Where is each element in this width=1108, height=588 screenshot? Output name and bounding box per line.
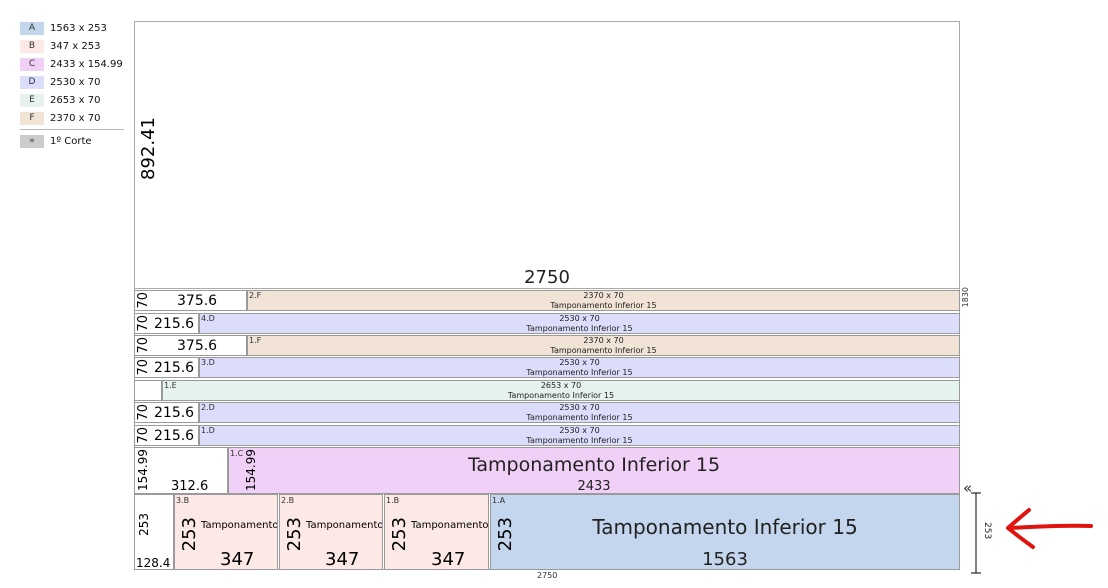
waste-bottom: 253 128.4 <box>134 494 174 570</box>
piece-height: 253 <box>179 517 200 552</box>
piece-height: 253 <box>284 517 305 552</box>
waste-bottom-height: 253 <box>137 513 151 536</box>
piece-size: 2530 x 70 <box>559 314 600 323</box>
strip-waste: 70 375.6 <box>134 290 247 311</box>
legend-divider <box>20 129 124 130</box>
legend-cut-label: 1º Corte <box>50 135 92 147</box>
legend-size: 1563 x 253 <box>50 22 107 34</box>
legend-item-d[interactable]: D 2530 x 70 <box>20 75 100 89</box>
legend-swatch: F <box>20 111 44 125</box>
legend-cut-item[interactable]: » 1º Corte <box>20 134 92 148</box>
strip-waste-width: 375.6 <box>177 338 218 354</box>
strip-waste-width: 215.6 <box>154 405 195 421</box>
waste-top-height: 892.41 <box>138 117 159 180</box>
strip-waste-width: 215.6 <box>154 360 195 376</box>
strip-waste: 70 375.6 <box>134 335 247 356</box>
piece-label: 1.A <box>492 496 506 505</box>
strip-piece-3d[interactable]: 3.D 2530 x 70 Tamponamento Inferior 15 <box>199 357 960 378</box>
piece-size: 2530 x 70 <box>559 426 600 435</box>
waste-top-width: 2750 <box>524 267 570 288</box>
piece-name: Tamponamento Inferior 15 <box>467 454 721 476</box>
piece-width: 347 <box>431 549 466 570</box>
piece-width: 2433 <box>577 479 611 494</box>
piece-name: Tamponamento <box>411 520 489 531</box>
piece-label: 1.B <box>386 496 400 505</box>
legend-item-e[interactable]: E 2653 x 70 <box>20 93 100 107</box>
waste-top: 892.41 2750 <box>134 21 960 289</box>
strip-waste-height: 70 <box>136 315 151 332</box>
piece-size: 2530 x 70 <box>559 358 600 367</box>
piece-1a[interactable]: 1.A 253 Tamponamento Inferior 15 1563 <box>490 494 960 570</box>
piece-label: 2.B <box>281 496 295 505</box>
legend-swatch: A <box>20 21 44 35</box>
legend-size: 347 x 253 <box>50 40 101 52</box>
piece-label: 3.B <box>176 496 190 505</box>
legend-size: 2370 x 70 <box>50 112 101 124</box>
strip-waste-width: 215.6 <box>154 316 195 332</box>
strip-piece-1e[interactable]: 1.E 2653 x 70 Tamponamento Inferior 15 <box>162 380 960 401</box>
strip-waste-height: 70 <box>136 292 151 309</box>
strip-waste-width: 215.6 <box>154 428 195 444</box>
legend-item-f[interactable]: F 2370 x 70 <box>20 111 100 125</box>
piece-width: 1563 <box>702 549 748 570</box>
strip-waste: 70 215.6 <box>134 402 199 423</box>
piece-name: Tamponamento <box>306 520 383 531</box>
piece-name: Tamponamento Inferior 15 <box>592 515 858 539</box>
piece-name: Tamponamento Inferior 15 <box>550 346 657 355</box>
strip-waste-height: 70 <box>136 404 151 421</box>
waste-c-height: 154.99 <box>136 449 150 491</box>
cut-icon: » <box>20 134 44 148</box>
legend-swatch: E <box>20 93 44 107</box>
piece-name: Tamponamento Inferior 15 <box>550 301 657 310</box>
cut-height-label: 253 <box>982 522 992 540</box>
strip-waste-height: 70 <box>136 427 151 444</box>
piece-size: 2370 x 70 <box>583 291 624 300</box>
piece-name: Tamponamento Inferior 15 <box>526 324 633 333</box>
piece-name: Tamponamento Inferior 15 <box>507 391 615 400</box>
legend-swatch: D <box>20 75 44 89</box>
strip-piece-2d[interactable]: 2.D 2530 x 70 Tamponamento Inferior 15 <box>199 402 960 423</box>
waste-c: 154.99 312.6 <box>134 447 228 494</box>
legend-item-a[interactable]: A 1563 x 253 <box>20 21 107 35</box>
legend-swatch: B <box>20 39 44 53</box>
piece-1b[interactable]: 1.B 253 Tamponamento 347 <box>384 494 489 570</box>
strip-waste <box>134 380 162 401</box>
legend-size: 2530 x 70 <box>50 76 101 88</box>
legend-swatch: C <box>20 57 44 71</box>
waste-bottom-width: 128.4 <box>136 556 171 570</box>
strip-waste: 70 215.6 <box>134 425 199 446</box>
legend-item-b[interactable]: B 347 x 253 <box>20 39 100 53</box>
piece-name: Tamponamento Inferior 15 <box>526 368 633 377</box>
piece-1c[interactable]: 1.C 154.99 Tamponamento Inferior 15 2433 <box>228 447 960 494</box>
sheet-height-label: 1830 <box>961 287 970 308</box>
strip-waste-height: 70 <box>136 359 151 376</box>
piece-3b[interactable]: 3.B 253 Tamponamento 347 <box>174 494 278 570</box>
strip-piece-4d[interactable]: 4.D 2530 x 70 Tamponamento Inferior 15 <box>199 313 960 334</box>
red-arrow-icon <box>1006 508 1093 549</box>
strip-waste: 70 215.6 <box>134 313 199 334</box>
legend-size: 2433 x 154.99 <box>50 58 123 70</box>
piece-size: 2370 x 70 <box>583 336 624 345</box>
sheet-width-label: 2750 <box>537 571 558 580</box>
waste-c-width: 312.6 <box>171 479 209 494</box>
strip-piece-1f[interactable]: 1.F 2370 x 70 Tamponamento Inferior 15 <box>247 335 960 356</box>
piece-width: 347 <box>220 549 255 570</box>
strip-piece-1d[interactable]: 1.D 2530 x 70 Tamponamento Inferior 15 <box>199 425 960 446</box>
piece-name: Tamponamento <box>201 520 278 531</box>
piece-2b[interactable]: 2.B 253 Tamponamento 347 <box>279 494 383 570</box>
piece-name: Tamponamento Inferior 15 <box>526 413 633 422</box>
legend-item-c[interactable]: C 2433 x 154.99 <box>20 57 123 71</box>
strip-piece-2f[interactable]: 2.F 2370 x 70 Tamponamento Inferior 15 <box>247 290 960 311</box>
strip-waste-height: 70 <box>136 337 151 354</box>
legend-size: 2653 x 70 <box>50 94 101 106</box>
piece-height: 253 <box>389 517 410 552</box>
piece-size: 2530 x 70 <box>559 403 600 412</box>
piece-size: 2653 x 70 <box>540 381 582 390</box>
strip-waste-width: 375.6 <box>177 293 218 309</box>
piece-width: 347 <box>325 549 360 570</box>
piece-name: Tamponamento Inferior 15 <box>526 436 633 445</box>
strip-waste: 70 215.6 <box>134 357 199 378</box>
